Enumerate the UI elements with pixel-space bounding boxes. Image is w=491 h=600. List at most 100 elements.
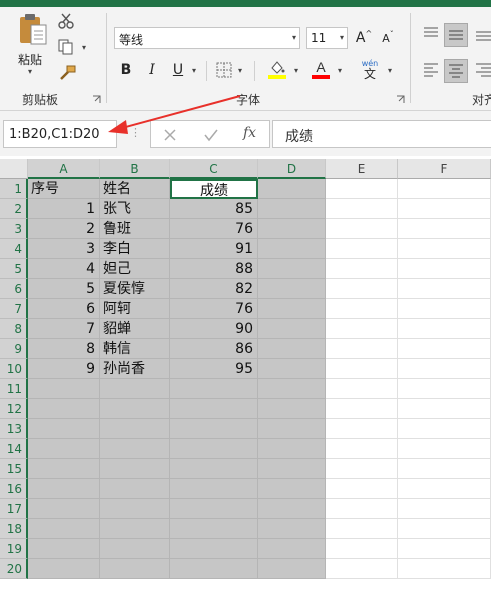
cell-c19[interactable] [170, 539, 258, 559]
cell-d16[interactable] [258, 479, 326, 499]
row-header[interactable]: 18 [0, 519, 28, 539]
cell-b10[interactable]: 孙尚香 [100, 359, 170, 379]
cell-d9[interactable] [258, 339, 326, 359]
row-header[interactable]: 4 [0, 239, 28, 259]
row-header[interactable]: 11 [0, 379, 28, 399]
cell-d1[interactable] [258, 179, 326, 199]
cell-c12[interactable] [170, 399, 258, 419]
cell-a4[interactable]: 3 [28, 239, 100, 259]
cell-d2[interactable] [258, 199, 326, 219]
cell-b12[interactable] [100, 399, 170, 419]
column-header-b[interactable]: B [100, 159, 170, 179]
cell-c4[interactable]: 91 [170, 239, 258, 259]
cell-f7[interactable] [398, 299, 491, 319]
cell-a12[interactable] [28, 399, 100, 419]
middle-align-button[interactable] [444, 23, 468, 47]
row-header[interactable]: 15 [0, 459, 28, 479]
cell-e7[interactable] [326, 299, 398, 319]
cell-f14[interactable] [398, 439, 491, 459]
cell-a15[interactable] [28, 459, 100, 479]
cell-f20[interactable] [398, 559, 491, 579]
cell-f12[interactable] [398, 399, 491, 419]
cell-b9[interactable]: 韩信 [100, 339, 170, 359]
cell-c8[interactable]: 90 [170, 319, 258, 339]
font-color-icon[interactable]: A [312, 59, 330, 79]
cell-e19[interactable] [326, 539, 398, 559]
cell-a13[interactable] [28, 419, 100, 439]
cell-f6[interactable] [398, 279, 491, 299]
cell-b18[interactable] [100, 519, 170, 539]
cell-c6[interactable]: 82 [170, 279, 258, 299]
cell-d13[interactable] [258, 419, 326, 439]
cell-f11[interactable] [398, 379, 491, 399]
cell-b14[interactable] [100, 439, 170, 459]
cell-a1[interactable]: 序号 [28, 179, 100, 199]
cell-e10[interactable] [326, 359, 398, 379]
cell-e6[interactable] [326, 279, 398, 299]
cell-f10[interactable] [398, 359, 491, 379]
cell-f5[interactable] [398, 259, 491, 279]
cell-e8[interactable] [326, 319, 398, 339]
row-header[interactable]: 9 [0, 339, 28, 359]
cell-b17[interactable] [100, 499, 170, 519]
align-right-icon[interactable] [474, 61, 491, 79]
cell-a19[interactable] [28, 539, 100, 559]
cell-c3[interactable]: 76 [170, 219, 258, 239]
cell-b4[interactable]: 李白 [100, 239, 170, 259]
cell-e20[interactable] [326, 559, 398, 579]
cell-b6[interactable]: 夏侯惇 [100, 279, 170, 299]
cell-f8[interactable] [398, 319, 491, 339]
cell-d6[interactable] [258, 279, 326, 299]
cell-c16[interactable] [170, 479, 258, 499]
cell-a10[interactable]: 9 [28, 359, 100, 379]
cell-f2[interactable] [398, 199, 491, 219]
cell-f9[interactable] [398, 339, 491, 359]
cell-d7[interactable] [258, 299, 326, 319]
paste-button[interactable]: 粘贴 ▾ [12, 11, 52, 76]
font-launcher-icon[interactable] [396, 95, 405, 104]
cell-c17[interactable] [170, 499, 258, 519]
cell-b13[interactable] [100, 419, 170, 439]
align-left-icon[interactable] [422, 61, 440, 79]
cell-e17[interactable] [326, 499, 398, 519]
cell-c13[interactable] [170, 419, 258, 439]
cell-c20[interactable] [170, 559, 258, 579]
cell-d5[interactable] [258, 259, 326, 279]
italic-button[interactable]: I [142, 59, 162, 81]
cell-c2[interactable]: 85 [170, 199, 258, 219]
cell-e5[interactable] [326, 259, 398, 279]
cell-b20[interactable] [100, 559, 170, 579]
cell-e3[interactable] [326, 219, 398, 239]
align-center-button[interactable] [444, 59, 468, 83]
cell-d4[interactable] [258, 239, 326, 259]
row-header[interactable]: 13 [0, 419, 28, 439]
cell-e16[interactable] [326, 479, 398, 499]
row-header[interactable]: 8 [0, 319, 28, 339]
cell-b5[interactable]: 妲己 [100, 259, 170, 279]
cell-e15[interactable] [326, 459, 398, 479]
row-header[interactable]: 2 [0, 199, 28, 219]
column-header-f[interactable]: F [398, 159, 491, 179]
cell-d11[interactable] [258, 379, 326, 399]
cell-d8[interactable] [258, 319, 326, 339]
cell-b1[interactable]: 姓名 [100, 179, 170, 199]
borders-icon[interactable] [216, 62, 232, 78]
formula-input[interactable]: 成绩 [272, 120, 491, 148]
cell-c11[interactable] [170, 379, 258, 399]
underline-dropdown-icon[interactable]: ▾ [192, 66, 196, 75]
cell-d14[interactable] [258, 439, 326, 459]
font-name-select[interactable]: 等线 ▾ [114, 27, 300, 49]
row-header[interactable]: 12 [0, 399, 28, 419]
row-header[interactable]: 7 [0, 299, 28, 319]
row-header[interactable]: 20 [0, 559, 28, 579]
cell-e9[interactable] [326, 339, 398, 359]
cell-c9[interactable]: 86 [170, 339, 258, 359]
cell-a3[interactable]: 2 [28, 219, 100, 239]
font-color-dropdown-icon[interactable]: ▾ [338, 66, 342, 75]
cut-icon[interactable] [58, 13, 74, 29]
cell-a2[interactable]: 1 [28, 199, 100, 219]
cell-a18[interactable] [28, 519, 100, 539]
cell-b7[interactable]: 阿轲 [100, 299, 170, 319]
column-header-c[interactable]: C [170, 159, 258, 179]
cell-d17[interactable] [258, 499, 326, 519]
